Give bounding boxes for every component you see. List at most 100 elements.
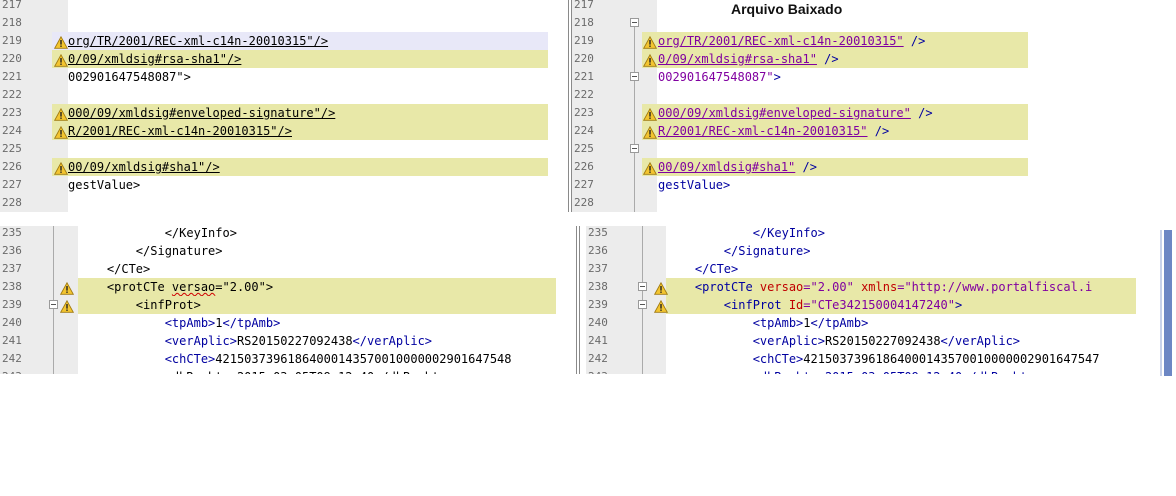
tag-punctuation: /> xyxy=(910,106,933,120)
line-number: 222 xyxy=(574,88,594,101)
bottom-left-editor[interactable]: 235 </KeyInfo> 236 </Signature> 237 </CTe>… xyxy=(0,226,556,374)
code-line[interactable]: 235 </KeyInfo> xyxy=(586,226,1136,242)
code-line[interactable]: 235 </KeyInfo> xyxy=(0,226,556,242)
tag-punctuation: gestValue> xyxy=(658,178,731,192)
code-line[interactable]: 224 R/2001/REC-xml-c14n-20010315"/> xyxy=(0,122,548,140)
line-number: 228 xyxy=(574,196,594,209)
open-tag: <chCTe> xyxy=(666,352,804,366)
line-number: 238 xyxy=(588,280,608,293)
code-line[interactable]: 241 <verAplic>RS20150227092438</verAplic… xyxy=(586,332,1136,350)
code-line[interactable]: 241 <verAplic>RS20150227092438</verAplic… xyxy=(0,332,556,350)
warning-triangle-icon xyxy=(59,298,75,313)
attribute-value: 000/09/xmldsig#enveloped-signature" xyxy=(658,106,911,120)
code-line[interactable]: 237 </CTe> xyxy=(0,260,556,278)
fold-minus-icon[interactable] xyxy=(49,300,58,309)
fold-minus-icon[interactable] xyxy=(630,72,639,81)
code-line[interactable]: 239 <infProt> xyxy=(0,296,556,314)
code-line[interactable]: 219 org/TR/2001/REC-xml-c14n-20010315" /> xyxy=(572,32,1176,50)
code-line[interactable]: 227 gestValue> xyxy=(572,176,1176,194)
pane-splitter-bottom[interactable] xyxy=(556,226,586,374)
fold-minus-icon[interactable] xyxy=(638,282,647,291)
warning-triangle-icon xyxy=(642,160,658,175)
line-number: 218 xyxy=(574,16,594,29)
code-line[interactable]: 218 xyxy=(572,14,1176,32)
code-line[interactable]: 226 00/09/xmldsig#sha1"/> xyxy=(0,158,548,176)
code-line[interactable]: 236 </Signature> xyxy=(0,242,556,260)
fold-minus-icon[interactable] xyxy=(638,300,647,309)
code-line[interactable]: 242 <chCTe>42150373961864000143570010000… xyxy=(586,350,1136,368)
code-line[interactable]: 220 0/09/xmldsig#rsa-sha1" /> xyxy=(572,50,1176,68)
top-right-editor[interactable]: 217 218 219 org/TR/2001/REC-xml-c14n-200103… xyxy=(572,0,1176,212)
line-number: 240 xyxy=(2,316,22,329)
line-number: 243 xyxy=(588,370,612,374)
code-text: </CTe> xyxy=(666,260,738,278)
code-text: gestValue> xyxy=(68,178,141,192)
code-text: <tpAmb>1</tpAmb> xyxy=(78,314,281,332)
code-text: <dhRecbto>2015-03-05T09:12:40</dhRecbto> xyxy=(666,368,1042,374)
code-line[interactable]: 228 xyxy=(572,194,1176,212)
warning-triangle-icon xyxy=(53,124,69,139)
warning-triangle-icon xyxy=(53,34,69,49)
warning-triangle-icon xyxy=(642,106,658,121)
bottom-right-editor[interactable]: 235 </KeyInfo> 236 </Signature> 237 </CTe>… xyxy=(586,226,1136,374)
scrollbar-edge xyxy=(1160,230,1162,376)
fold-minus-icon[interactable] xyxy=(630,144,639,153)
code-line[interactable]: 221 00290164754808​7"> xyxy=(0,68,548,86)
line-number: 218 xyxy=(2,16,22,29)
line-number: 220 xyxy=(574,52,594,65)
line-number: 223 xyxy=(574,106,594,119)
code-line[interactable]: 243 <dhRecbto>2015-03-05T09:12:40</dhRec… xyxy=(0,368,556,374)
code-line[interactable]: 228 xyxy=(0,194,548,212)
tag-text: <dhRecbto>2015-03-05T09:12:40</dhRecbto> xyxy=(666,370,1042,374)
code-line[interactable]: 238 <protCTe versao="2.00" xmlns="http:/… xyxy=(586,278,1136,296)
code-line[interactable]: 236 </Signature> xyxy=(586,242,1136,260)
element-value: 1 xyxy=(803,316,811,330)
attribute-value: org/TR/2001/REC-xml-c14n-20010315" xyxy=(658,34,904,48)
code-line[interactable]: 222 xyxy=(572,86,1176,104)
code-line[interactable]: 217 xyxy=(572,0,1176,14)
tag-text: </Signature> xyxy=(78,244,223,258)
code-line[interactable]: 226 00/09/xmldsig#sha1" /> xyxy=(572,158,1176,176)
code-line[interactable]: 239 <infProt Id="CTe342150004147240"> xyxy=(586,296,1136,314)
code-line[interactable]: 243 <dhRecbto>2015-03-05T09:12:40</dhRec… xyxy=(586,368,1136,374)
line-number: 241 xyxy=(588,334,608,347)
code-line[interactable]: 218 xyxy=(0,14,548,32)
code-text: <infProt Id="CTe342150004147240"> xyxy=(666,296,962,314)
line-number: 221 xyxy=(2,70,22,83)
code-line[interactable]: 221 002901647548087"> xyxy=(572,68,1176,86)
code-text: R/2001/REC-xml-c14n-20010315"/> xyxy=(68,124,292,138)
code-line[interactable]: 224 R/2001/REC-xml-c14n-20010315" /> xyxy=(572,122,1176,140)
attribute-value: ="2.00" xyxy=(803,280,854,294)
tag-text: </CTe> xyxy=(78,262,151,276)
warning-triangle-icon xyxy=(53,106,69,121)
code-line[interactable]: 227 gestValue> xyxy=(0,176,548,194)
code-text: </CTe> xyxy=(78,260,150,278)
code-line[interactable]: 222 xyxy=(0,86,548,104)
attribute-name: versao xyxy=(171,280,216,294)
code-line[interactable]: 225 xyxy=(0,140,548,158)
top-left-editor[interactable]: 217 218 219 org/TR/2001/REC-xml-c14n-200103… xyxy=(0,0,548,212)
code-line[interactable]: 217 xyxy=(0,0,548,14)
code-line[interactable]: 237 </CTe> xyxy=(586,260,1136,278)
code-line[interactable]: 240 <tpAmb>1</tpAmb> xyxy=(586,314,1136,332)
pane-splitter-top[interactable] xyxy=(548,0,572,212)
warning-triangle-icon xyxy=(53,160,69,175)
code-line[interactable]: 240 <tpAmb>1</tpAmb> xyxy=(0,314,556,332)
tag-text: <dhRecbto>2015-03-05T09:12:40</dhRecbto> xyxy=(78,370,454,374)
code-line[interactable]: 220 0/09/xmldsig#rsa-sha1"/> xyxy=(0,50,548,68)
code-text: <chCTe>421503739618640001435700100000029… xyxy=(78,350,512,368)
line-number: 222 xyxy=(2,88,22,101)
code-line[interactable]: 223 000/09/xmldsig#enveloped-signature" /… xyxy=(572,104,1176,122)
code-line[interactable]: 225 xyxy=(572,140,1176,158)
open-tag: <verAplic> xyxy=(78,334,237,348)
vertical-scrollbar[interactable] xyxy=(1138,230,1176,376)
scrollbar-track[interactable] xyxy=(1164,230,1172,376)
tag-punctuation: /> xyxy=(795,160,817,174)
code-line[interactable]: 238 <protCTe versao="2.00"> xyxy=(0,278,556,296)
line-number: 243 xyxy=(2,370,26,374)
code-line[interactable]: 219 org/TR/2001/REC-xml-c14n-20010315"/> xyxy=(0,32,548,50)
code-text: org/TR/2001/REC-xml-c14n-20010315"/> xyxy=(68,34,329,48)
fold-minus-icon[interactable] xyxy=(630,18,639,27)
code-line[interactable]: 223 000/09/xmldsig#enveloped-signature"/> xyxy=(0,104,548,122)
code-line[interactable]: 242 <chCTe>42150373961864000143570010000… xyxy=(0,350,556,368)
